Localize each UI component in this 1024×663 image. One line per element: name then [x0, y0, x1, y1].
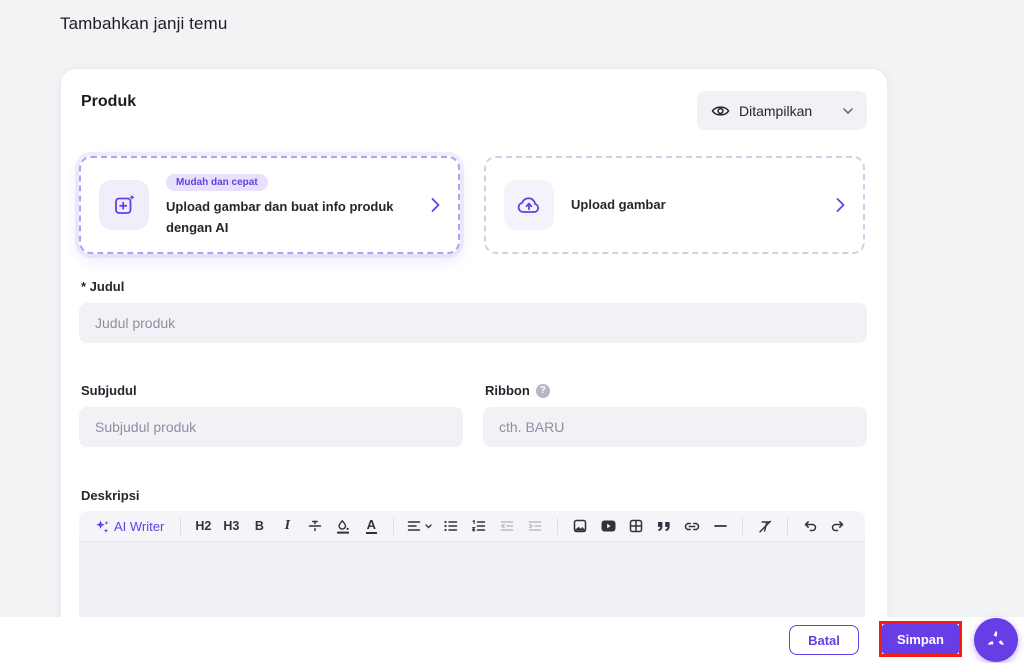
- blockquote-button[interactable]: [651, 514, 677, 538]
- clear-format-icon: [758, 520, 772, 533]
- toolbar-divider: [787, 518, 788, 535]
- image-icon: [573, 519, 587, 533]
- ordered-list-icon: [472, 520, 486, 532]
- horizontal-rule-icon: [714, 524, 727, 528]
- ribbon-label: Ribbon ?: [485, 383, 550, 398]
- kodee-ai-icon: [984, 628, 1008, 652]
- bullet-list-button[interactable]: [438, 514, 464, 538]
- page-title: Tambahkan janji temu: [60, 14, 227, 34]
- undo-icon: [803, 520, 817, 532]
- horizontal-rule-button[interactable]: [707, 514, 733, 538]
- cloud-upload-icon: [504, 180, 554, 230]
- panel-heading: Produk: [81, 93, 136, 111]
- undo-button[interactable]: [797, 514, 823, 538]
- bold-button[interactable]: B: [246, 514, 272, 538]
- image-add-ai-icon: [99, 180, 149, 230]
- redo-button[interactable]: [825, 514, 851, 538]
- subjudul-label: Subjudul: [81, 383, 137, 398]
- insert-image-button[interactable]: [567, 514, 593, 538]
- ai-assistant-fab[interactable]: [974, 618, 1018, 662]
- visibility-dropdown-value: Ditampilkan: [739, 103, 812, 119]
- clear-format-button[interactable]: [752, 514, 778, 538]
- toolbar-divider: [742, 518, 743, 535]
- judul-label: * Judul: [81, 279, 124, 294]
- link-icon: [684, 522, 700, 531]
- editor-toolbar: AI Writer H2 H3 B I A: [79, 511, 865, 541]
- text-color-icon: A: [366, 518, 377, 534]
- heading-2-button[interactable]: H2: [190, 514, 216, 538]
- video-icon: [601, 520, 616, 532]
- link-button[interactable]: [679, 514, 705, 538]
- italic-button[interactable]: I: [274, 514, 300, 538]
- chevron-right-icon: [431, 198, 440, 213]
- ai-writer-button[interactable]: AI Writer: [88, 514, 171, 538]
- align-button[interactable]: [403, 514, 436, 538]
- indent-icon: [528, 520, 542, 532]
- text-color-button[interactable]: A: [358, 514, 384, 538]
- badge-mudah-dan-cepat: Mudah dan cepat: [166, 174, 268, 191]
- ordered-list-button[interactable]: [466, 514, 492, 538]
- visibility-dropdown[interactable]: Ditampilkan: [697, 91, 867, 130]
- save-button[interactable]: Simpan: [882, 624, 959, 654]
- question-circle-icon[interactable]: ?: [536, 384, 550, 398]
- toolbar-divider: [180, 518, 181, 535]
- table-icon: [629, 519, 643, 533]
- toolbar-divider: [557, 518, 558, 535]
- ai-writer-label: AI Writer: [114, 519, 164, 534]
- chevron-down-icon: [425, 524, 432, 529]
- deskripsi-label: Deskripsi: [81, 488, 140, 503]
- insert-table-button[interactable]: [623, 514, 649, 538]
- upload-options: Mudah dan cepat Upload gambar dan buat i…: [79, 156, 865, 254]
- upload-ai-title: Upload gambar dan buat info produk denga…: [166, 197, 398, 237]
- eye-icon: [711, 104, 730, 118]
- subjudul-input[interactable]: [79, 407, 463, 447]
- outdent-button[interactable]: [494, 514, 520, 538]
- strikethrough-button[interactable]: [302, 514, 328, 538]
- outdent-icon: [500, 520, 514, 532]
- upload-gambar-title: Upload gambar: [571, 195, 666, 215]
- sparkles-icon: [95, 519, 110, 534]
- quote-icon: [657, 521, 671, 532]
- judul-input[interactable]: [79, 303, 867, 343]
- toolbar-divider: [393, 518, 394, 535]
- redo-icon: [831, 520, 845, 532]
- click-highlight-box: Simpan: [879, 621, 962, 657]
- strikethrough-icon: [308, 519, 322, 533]
- ribbon-label-text: Ribbon: [485, 383, 530, 398]
- cancel-button[interactable]: Batal: [789, 625, 859, 655]
- upload-ai-card[interactable]: Mudah dan cepat Upload gambar dan buat i…: [79, 156, 460, 254]
- highlight-button[interactable]: [330, 514, 356, 538]
- highlight-icon: [336, 519, 350, 534]
- footer-action-bar: Batal Simpan: [0, 617, 1024, 663]
- ribbon-input[interactable]: [483, 407, 867, 447]
- insert-video-button[interactable]: [595, 514, 621, 538]
- upload-gambar-card[interactable]: Upload gambar: [484, 156, 865, 254]
- produk-panel: Produk Ditampilkan Mudah dan cepat: [60, 68, 888, 663]
- chevron-right-icon: [836, 198, 845, 213]
- align-left-icon: [407, 520, 421, 532]
- heading-3-button[interactable]: H3: [218, 514, 244, 538]
- chevron-down-icon: [843, 108, 853, 114]
- bullet-list-icon: [444, 520, 458, 532]
- indent-button[interactable]: [522, 514, 548, 538]
